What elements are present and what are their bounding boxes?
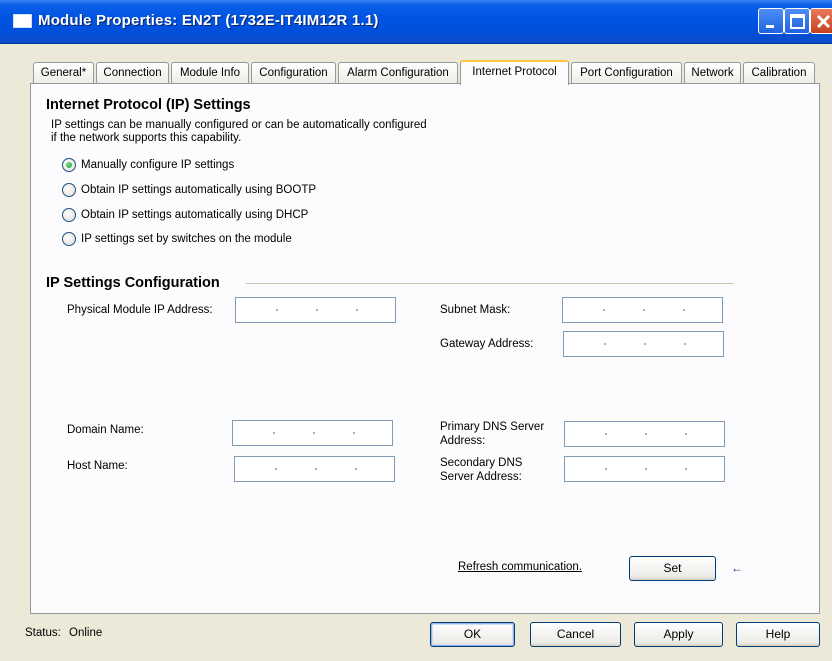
tab-internet-protocol[interactable]: Internet Protocol — [460, 60, 569, 85]
tab-connection[interactable]: Connection — [96, 62, 169, 84]
host-name-input[interactable] — [234, 456, 395, 482]
radio-button[interactable] — [62, 208, 76, 222]
refresh-communication-link[interactable]: Refresh communication. — [458, 561, 582, 573]
secondary-dns-label-line2: Server Address: — [440, 471, 522, 483]
set-button[interactable]: Set — [629, 556, 716, 581]
ok-button[interactable]: OK — [430, 622, 515, 647]
gateway-address-input[interactable] — [563, 331, 724, 357]
radio-button[interactable] — [62, 232, 76, 246]
help-button[interactable]: Help — [736, 622, 820, 647]
minimize-icon — [766, 25, 774, 28]
ip-settings-description-line1: IP settings can be manually configured o… — [51, 119, 427, 131]
tab-general[interactable]: General* — [33, 62, 94, 84]
window-app-icon — [13, 14, 32, 28]
gateway-address-label: Gateway Address: — [440, 338, 534, 350]
tab-strip: General* Connection Module Info Configur… — [30, 60, 820, 85]
radio-switches-label: IP settings set by switches on the modul… — [81, 233, 292, 245]
ip-settings-description-line2: if the network supports this capability. — [51, 132, 242, 144]
radio-button[interactable] — [62, 183, 76, 197]
host-name-label: Host Name: — [67, 460, 128, 472]
close-icon — [816, 14, 831, 29]
secondary-dns-label-line1: Secondary DNS — [440, 457, 523, 469]
physical-ip-input[interactable] — [235, 297, 396, 323]
radio-bootp-label: Obtain IP settings automatically using B… — [81, 184, 317, 196]
radio-dhcp-label: Obtain IP settings automatically using D… — [81, 209, 309, 221]
status-label: Status: — [25, 627, 61, 639]
primary-dns-input[interactable] — [564, 421, 725, 447]
arrow-left-icon: ← — [731, 561, 743, 575]
tab-network[interactable]: Network — [684, 62, 741, 84]
tab-calibration[interactable]: Calibration — [743, 62, 815, 84]
tab-alarm-configuration[interactable]: Alarm Configuration — [338, 62, 458, 84]
maximize-icon — [790, 14, 805, 29]
primary-dns-label-line1: Primary DNS Server — [440, 421, 545, 433]
radio-manual-ip-label: Manually configure IP settings — [81, 159, 235, 171]
ip-settings-configuration-heading: IP Settings Configuration — [46, 275, 220, 291]
primary-dns-label-line2: Address: — [440, 435, 486, 447]
window-title: Module Properties: EN2T (1732E-IT4IM12R … — [38, 12, 379, 29]
subnet-mask-input[interactable] — [562, 297, 723, 323]
tab-module-info[interactable]: Module Info — [171, 62, 249, 84]
physical-ip-label: Physical Module IP Address: — [67, 304, 213, 316]
tab-port-configuration[interactable]: Port Configuration — [571, 62, 682, 84]
domain-name-label: Domain Name: — [67, 424, 144, 436]
title-bar[interactable]: Module Properties: EN2T (1732E-IT4IM12R … — [0, 0, 832, 44]
domain-name-input[interactable] — [232, 420, 393, 446]
minimize-button[interactable] — [758, 8, 784, 34]
secondary-dns-input[interactable] — [564, 456, 725, 482]
internet-protocol-panel: Internet Protocol (IP) Settings IP setti… — [30, 83, 820, 614]
ip-settings-heading: Internet Protocol (IP) Settings — [46, 97, 251, 113]
cancel-button[interactable]: Cancel — [530, 622, 621, 647]
radio-button-checked[interactable] — [62, 158, 76, 172]
status-value: Online — [69, 627, 103, 639]
tab-configuration[interactable]: Configuration — [251, 62, 336, 84]
close-button[interactable] — [810, 8, 832, 34]
apply-button[interactable]: Apply — [634, 622, 723, 647]
maximize-button[interactable] — [784, 8, 810, 34]
subnet-mask-label: Subnet Mask: — [440, 304, 511, 316]
section-divider — [246, 283, 734, 284]
